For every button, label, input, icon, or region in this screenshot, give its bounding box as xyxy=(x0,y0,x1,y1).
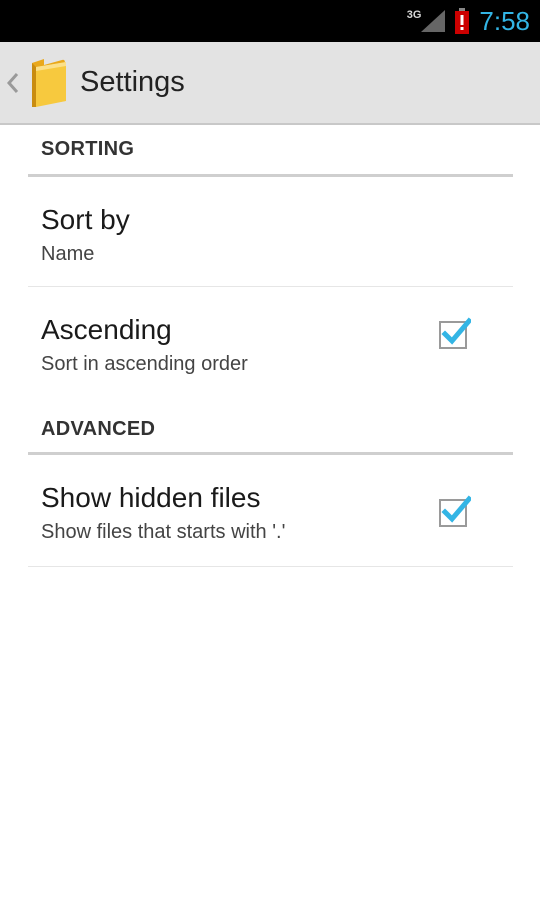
category-header-advanced: ADVANCED xyxy=(28,395,513,455)
pref-summary: Name xyxy=(41,243,95,265)
pref-sort-by[interactable]: Sort by Name xyxy=(28,177,513,287)
ascending-checkbox[interactable] xyxy=(439,317,471,349)
pref-summary: Sort in ascending order xyxy=(41,353,248,375)
clock: 7:58 xyxy=(479,5,530,36)
up-caret-icon[interactable] xyxy=(6,72,20,94)
pref-ascending[interactable]: Ascending Sort in ascending order xyxy=(28,287,513,395)
status-icons: 3G 7:58 xyxy=(407,0,530,42)
show-hidden-files-checkbox[interactable] xyxy=(439,495,471,527)
pref-title: Sort by xyxy=(41,204,130,235)
battery-alert-icon xyxy=(455,8,470,34)
folder-icon[interactable] xyxy=(28,57,70,109)
preference-list: SORTING Sort by Name Ascending Sort in a… xyxy=(28,125,513,567)
status-bar: 3G 7:58 xyxy=(0,0,540,42)
category-header-sorting: SORTING xyxy=(28,125,513,177)
pref-show-hidden-files[interactable]: Show hidden files Show files that starts… xyxy=(28,455,513,567)
action-bar: Settings xyxy=(0,42,540,125)
signal-icon xyxy=(421,10,446,32)
page-title: Settings xyxy=(80,66,185,98)
